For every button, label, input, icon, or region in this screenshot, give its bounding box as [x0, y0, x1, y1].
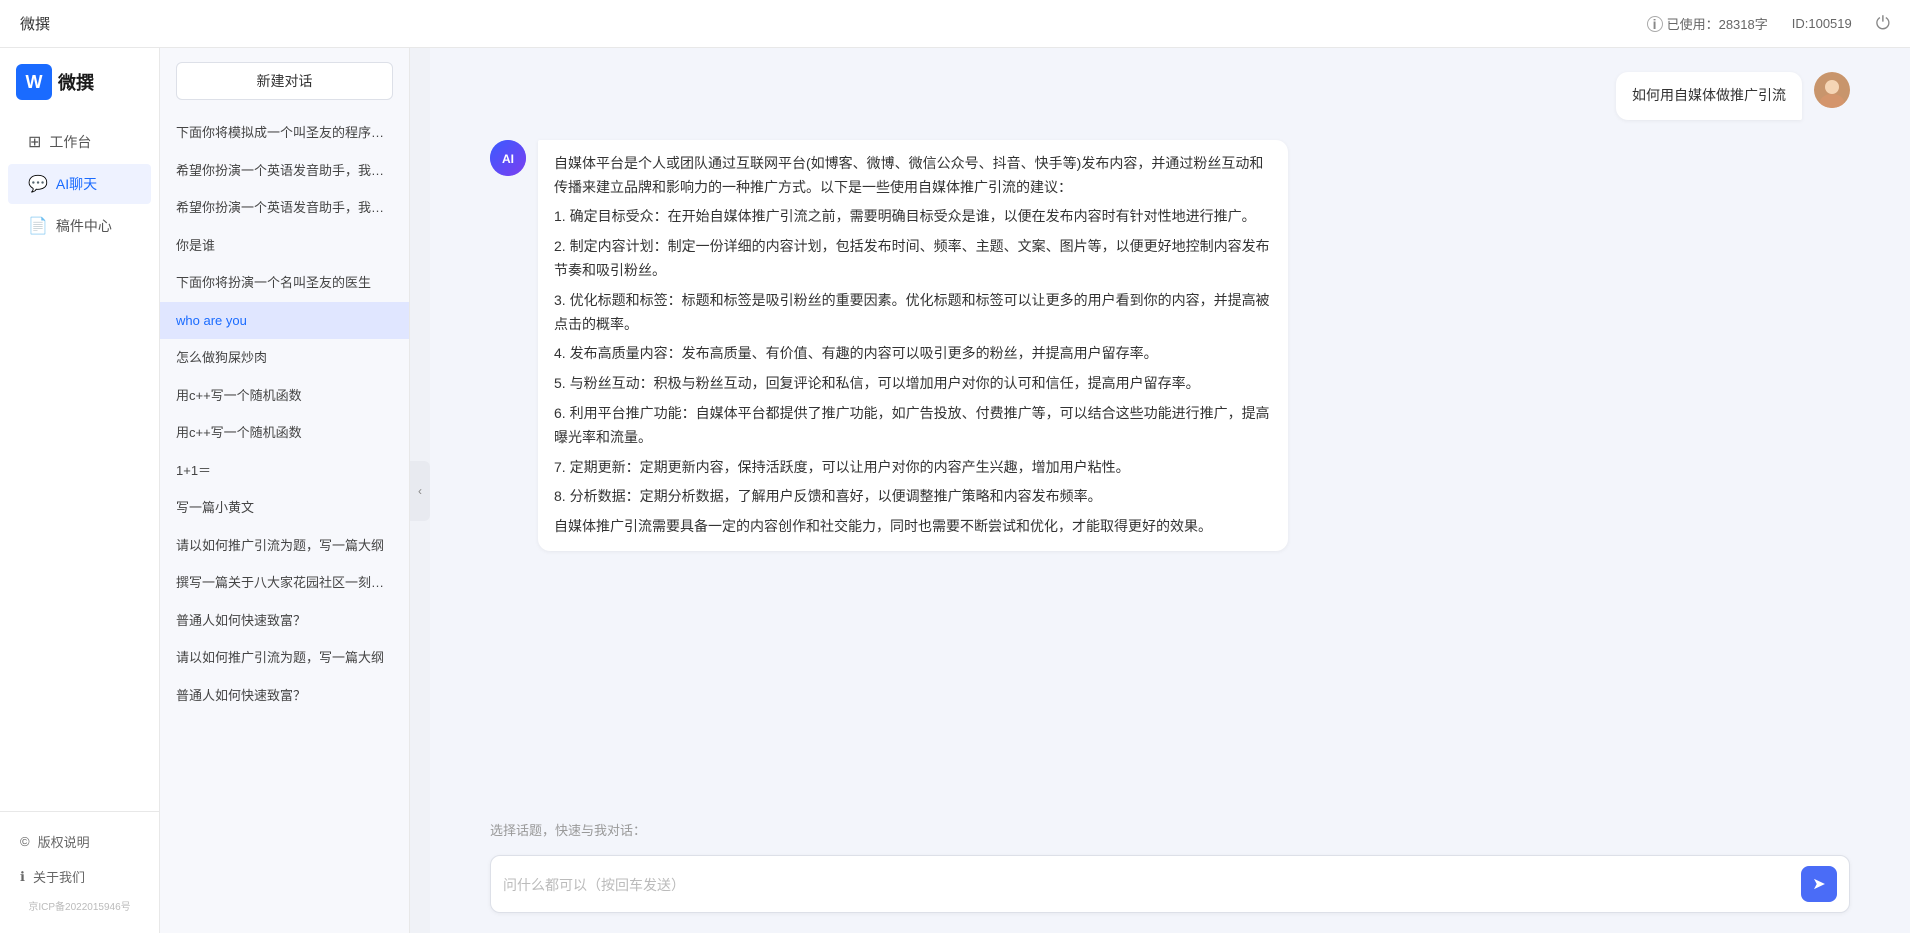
sidebar-nav: ⊞ 工作台 💬 AI聊天 📄 稿件中心 [0, 112, 159, 811]
chat-list-item[interactable]: 怎么做狗屎炒肉 [160, 339, 409, 377]
chat-list-item[interactable]: 希望你扮演一个英语发音助手，我提供给你... [160, 152, 409, 190]
chat-list-item[interactable]: 写一篇小黄文 [160, 489, 409, 527]
topbar-title: 微撰 [20, 13, 1647, 34]
copyright-icon: © [20, 834, 30, 849]
usage-text: 已使用：28318字 [1667, 14, 1768, 33]
sidebar-item-draft[interactable]: 📄 稿件中心 [8, 206, 151, 246]
input-area: ➤ [430, 845, 1910, 933]
chat-messages: 如何用自媒体做推广引流 AI 自媒体平台是个人或团队通过互联网平台(如博客、微博、微… [430, 48, 1910, 812]
chat-list-item[interactable]: 请以如何推广引流为题，写一篇大纲 [160, 639, 409, 677]
chat-list-item[interactable]: 普通人如何快速致富？ [160, 677, 409, 715]
chat-list-item[interactable]: 希望你扮演一个英语发音助手，我提供给你... [160, 189, 409, 227]
chat-list-item[interactable]: 请以如何推广引流为题，写一篇大纲 [160, 527, 409, 565]
chat-list-item[interactable]: 下面你将模拟成一个叫圣友的程序员，我说... [160, 114, 409, 152]
sidebar-item-about[interactable]: ℹ 关于我们 [0, 859, 159, 894]
sidebar-item-label-draft: 稿件中心 [56, 216, 112, 236]
sidebar-item-ai-chat[interactable]: 💬 AI聊天 [8, 164, 151, 204]
copyright-label: 版权说明 [38, 832, 90, 851]
sidebar-item-copyright[interactable]: © 版权说明 [0, 824, 159, 859]
ai-message-bubble: 自媒体平台是个人或团队通过互联网平台(如博客、微博、微信公众号、抖音、快手等)发… [538, 140, 1288, 551]
ai-chat-icon: 💬 [28, 174, 48, 194]
message-row-assistant: AI 自媒体平台是个人或团队通过互联网平台(如博客、微博、微信公众号、抖音、快手等… [490, 140, 1850, 551]
input-box: ➤ [490, 855, 1850, 913]
icp-text: 京ICP备2022015946号 [0, 894, 159, 921]
topbar-usage: i 已使用：28318字 [1647, 14, 1768, 33]
sidebar-item-workspace[interactable]: ⊞ 工作台 [8, 122, 151, 162]
chat-list-item[interactable]: 你是谁 [160, 227, 409, 265]
user-avatar [1814, 72, 1850, 108]
sidebar-item-label-workspace: 工作台 [49, 132, 91, 152]
about-icon: ℹ [20, 869, 25, 885]
usage-icon: i [1647, 16, 1663, 32]
sidebar: W 微撰 ⊞ 工作台 💬 AI聊天 📄 稿件中心 © 版权说明 ℹ [0, 48, 160, 933]
chat-list-item[interactable]: 1+1＝ [160, 452, 409, 490]
chat-list-item[interactable]: 普通人如何快速致富？ [160, 602, 409, 640]
send-button[interactable]: ➤ [1801, 866, 1837, 902]
message-row-user: 如何用自媒体做推广引流 [490, 72, 1850, 120]
user-message-bubble: 如何用自媒体做推广引流 [1616, 72, 1802, 120]
main-layout: W 微撰 ⊞ 工作台 💬 AI聊天 📄 稿件中心 © 版权说明 ℹ [0, 48, 1910, 933]
sidebar-logo: W 微撰 [0, 48, 159, 112]
chat-list-item[interactable]: 用c++写一个随机函数 [160, 414, 409, 452]
topbar: 微撰 i 已使用：28318字 ID:100519 ⏻ [0, 0, 1910, 48]
chat-list-item[interactable]: 撰写一篇关于八大家花园社区一刻钟便民生... [160, 564, 409, 602]
chat-list-panel: 新建对话 下面你将模拟成一个叫圣友的程序员，我说...希望你扮演一个英语发音助手… [160, 48, 410, 933]
quick-topics: 选择话题，快速与我对话： [430, 812, 1910, 845]
new-chat-button[interactable]: 新建对话 [176, 62, 393, 100]
power-button[interactable]: ⏻ [1876, 13, 1890, 34]
logo-text: 微撰 [58, 69, 94, 95]
draft-icon: 📄 [28, 216, 48, 236]
topbar-right: i 已使用：28318字 ID:100519 ⏻ [1647, 13, 1890, 34]
quick-topics-label: 选择话题，快速与我对话： [490, 823, 646, 838]
topbar-id: ID:100519 [1792, 16, 1852, 31]
send-icon: ➤ [1812, 874, 1825, 894]
chat-input[interactable] [503, 874, 1793, 902]
about-label: 关于我们 [33, 867, 85, 886]
sidebar-bottom: © 版权说明 ℹ 关于我们 京ICP备2022015946号 [0, 811, 159, 933]
chat-main: 如何用自媒体做推广引流 AI 自媒体平台是个人或团队通过互联网平台(如博客、微博、微… [430, 48, 1910, 933]
ai-avatar: AI [490, 140, 526, 176]
logo-icon: W [16, 64, 52, 100]
chat-list: 下面你将模拟成一个叫圣友的程序员，我说...希望你扮演一个英语发音助手，我提供给… [160, 110, 409, 933]
workspace-icon: ⊞ [28, 132, 41, 152]
sidebar-item-label-ai-chat: AI聊天 [56, 174, 97, 194]
chat-list-item[interactable]: who are you [160, 302, 409, 340]
svg-text:AI: AI [502, 152, 514, 166]
collapse-panel-button[interactable]: ‹ [410, 461, 430, 521]
chat-list-item[interactable]: 用c++写一个随机函数 [160, 377, 409, 415]
chat-list-item[interactable]: 下面你将扮演一个名叫圣友的医生 [160, 264, 409, 302]
